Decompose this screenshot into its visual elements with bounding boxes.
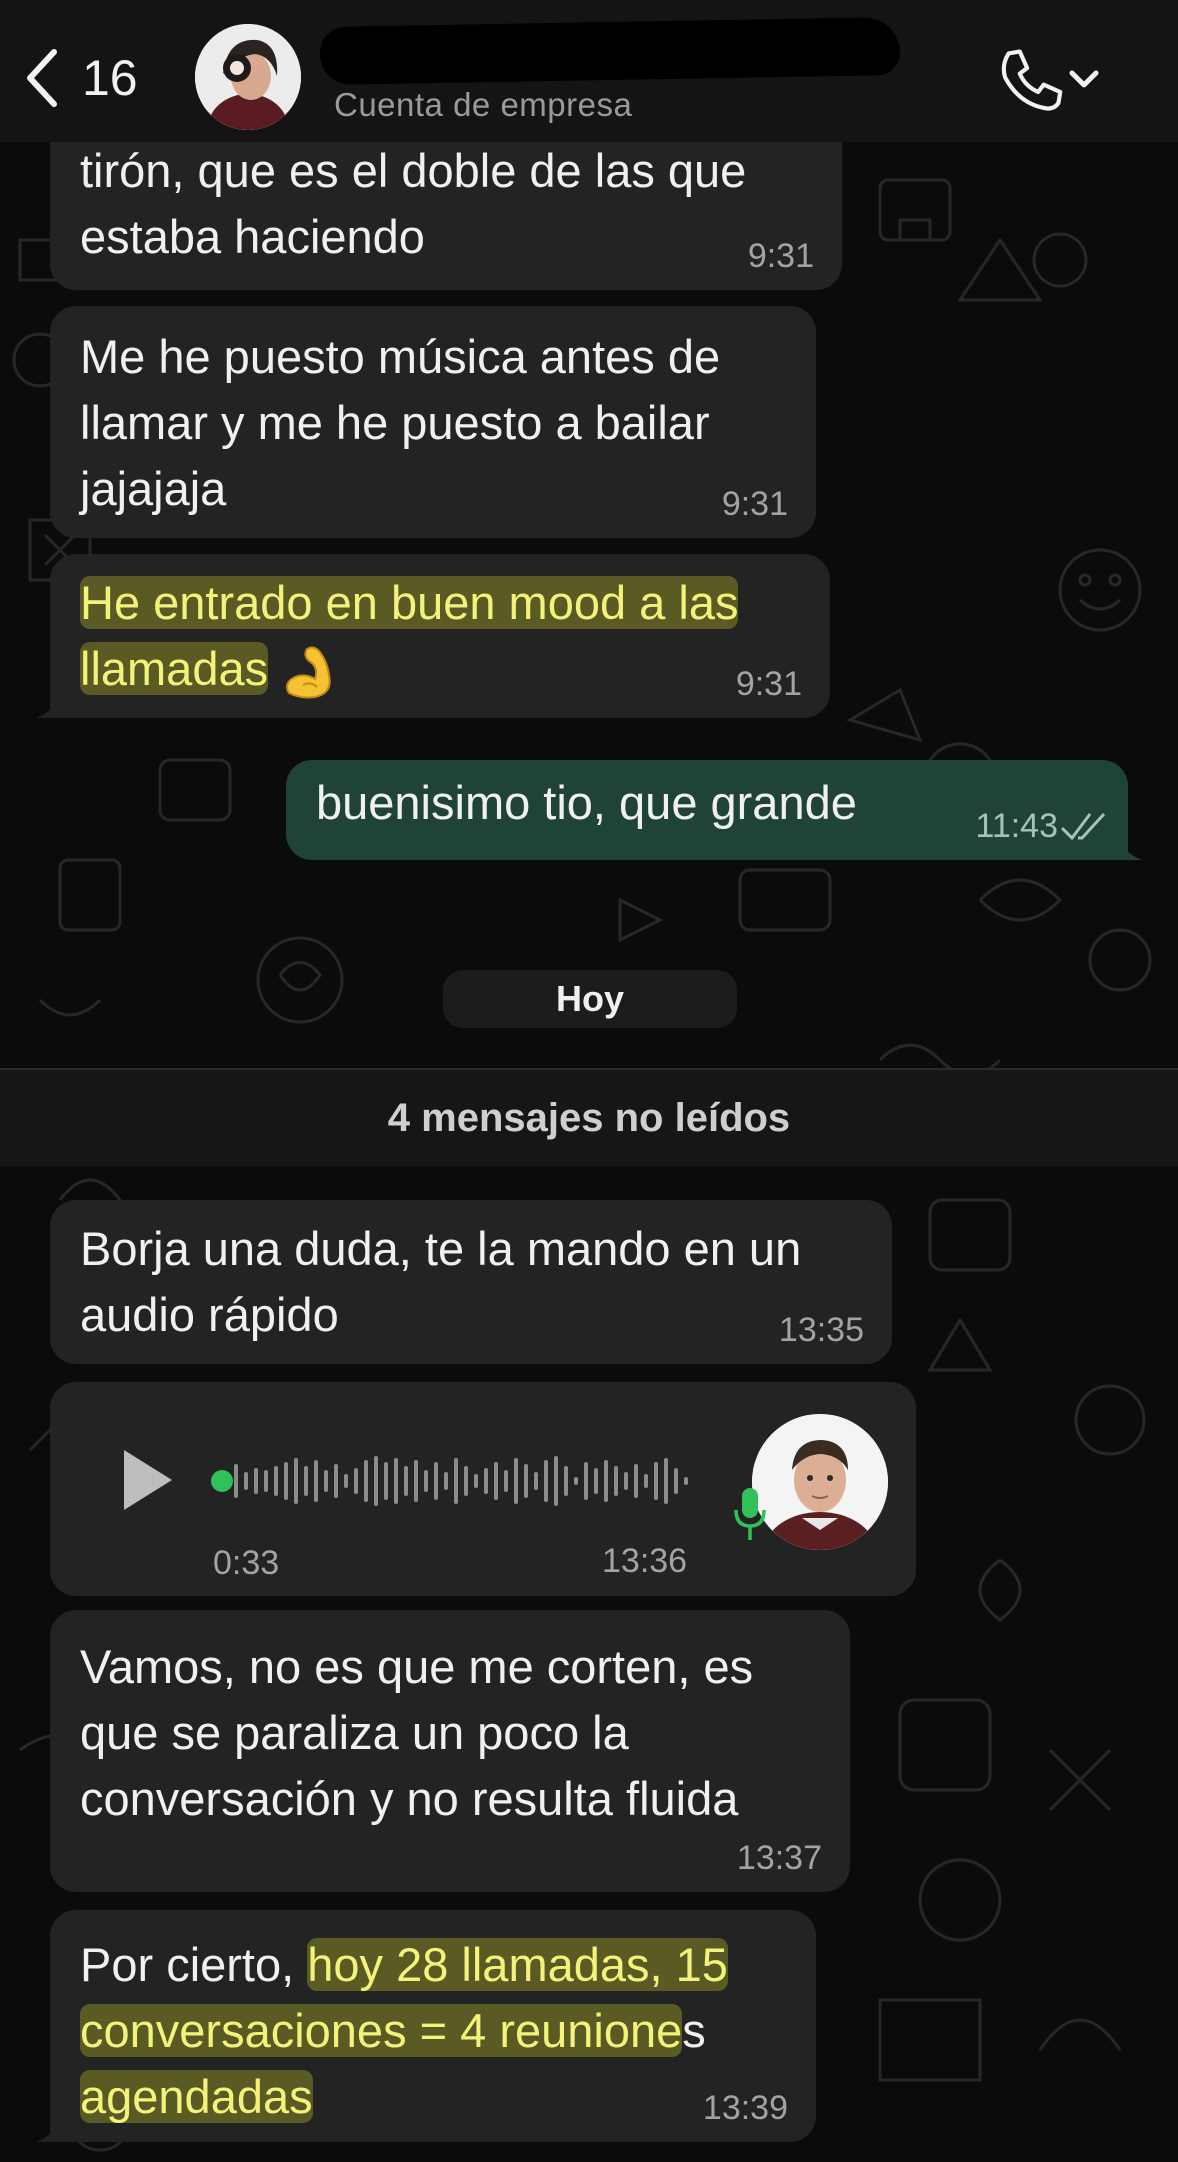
bubble-tail xyxy=(36,688,66,718)
message-line: audio rápido xyxy=(80,1288,339,1341)
message-time: 13:35 xyxy=(778,1311,864,1349)
message-line: conversación y no resulta fluida xyxy=(80,1772,739,1825)
message-line: s xyxy=(682,2004,706,2057)
audio-waveform[interactable] xyxy=(210,1446,740,1516)
bubble-tail xyxy=(1112,830,1142,860)
voice-duration: 0:33 xyxy=(213,1544,280,1582)
unread-messages-banner: 4 mensajes no leídos xyxy=(0,1068,1178,1166)
message-time: 13:39 xyxy=(702,2089,788,2127)
message-time: 11:43 xyxy=(975,807,1058,845)
unread-chats-count: 16 xyxy=(82,50,138,106)
message-bubble[interactable]: He entrado en buen mood a las llamadas 9… xyxy=(36,554,830,718)
voice-message[interactable]: 0:33 13:36 xyxy=(50,1382,916,1596)
message-time: 13:36 xyxy=(602,1542,688,1580)
message-line: Me he puesto música antes de xyxy=(80,330,721,383)
contact-subtitle: Cuenta de empresa xyxy=(334,86,633,123)
message-line: He entrado en buen mood a las xyxy=(80,576,739,629)
message-line: agendadas xyxy=(80,2070,313,2123)
contact-avatar[interactable] xyxy=(195,24,301,130)
message-line: Vamos, no es que me corten, es xyxy=(80,1640,754,1693)
message-line: llamar y me he puesto a bailar xyxy=(80,396,710,449)
message-bubble[interactable]: Me he puesto música antes de llamar y me… xyxy=(50,306,816,538)
message-time: 9:31 xyxy=(721,485,788,523)
message-line: hoy 28 llamadas, 15 xyxy=(307,1938,728,1991)
flexed-biceps-icon xyxy=(286,645,331,699)
message-time: 13:37 xyxy=(736,1839,822,1877)
call-button[interactable] xyxy=(996,44,1116,114)
message-line: llamadas xyxy=(80,642,269,695)
microphone-icon xyxy=(734,1488,766,1540)
redacted-contact-name xyxy=(319,16,901,86)
message-time: 9:31 xyxy=(747,237,814,275)
message-line: tirón, que es el doble de las que xyxy=(80,144,747,197)
double-check-icon xyxy=(1060,812,1106,841)
date-separator: Hoy xyxy=(443,970,737,1028)
chat-header: 16 Cuenta de empresa xyxy=(0,0,1178,142)
chevron-down-icon xyxy=(1069,70,1099,88)
message-bubble[interactable]: Vamos, no es que me corten, es que se pa… xyxy=(50,1610,850,1892)
play-icon[interactable] xyxy=(118,1446,178,1514)
phone-icon xyxy=(1001,49,1063,111)
chevron-left-icon xyxy=(27,49,57,107)
bubble-tail xyxy=(36,2112,66,2142)
message-line: Borja una duda, te la mando en un xyxy=(80,1222,802,1275)
message-line: que se paraliza un poco la xyxy=(80,1706,629,1759)
message-line: estaba haciendo xyxy=(80,210,425,263)
message-time: 9:31 xyxy=(735,665,802,703)
message-bubble[interactable]: Borja una duda, te la mando en un audio … xyxy=(50,1200,892,1364)
message-bubble-outgoing[interactable]: buenisimo tio, que grande 11:43 xyxy=(286,760,1142,860)
playback-position-dot xyxy=(211,1470,233,1492)
sender-avatar xyxy=(752,1414,888,1550)
message-line: Por cierto, xyxy=(80,1938,308,1991)
message-line: conversaciones = 4 reunione xyxy=(80,2004,683,2057)
message-line: jajajaja xyxy=(80,462,227,515)
back-button[interactable]: 16 xyxy=(20,42,170,114)
message-bubble[interactable]: tirón, que es el doble de las que estaba… xyxy=(50,130,842,290)
message-bubble[interactable]: Por cierto, hoy 28 llamadas, 15 conversa… xyxy=(36,1910,816,2142)
